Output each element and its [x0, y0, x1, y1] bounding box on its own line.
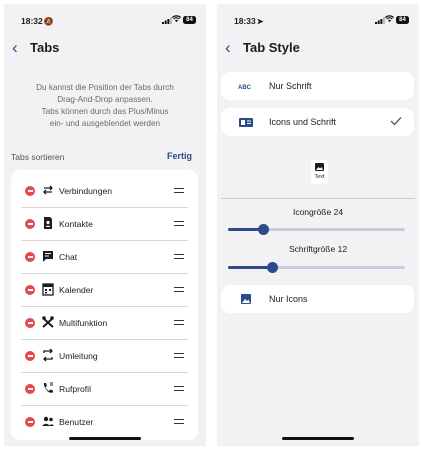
status-time: 18:32	[21, 16, 43, 26]
info-text: Du kannst die Position der Tabs durch Dr…	[36, 83, 174, 128]
remove-tab-button[interactable]	[25, 351, 35, 361]
drag-handle-icon[interactable]	[174, 353, 184, 358]
drag-handle-icon[interactable]	[174, 188, 184, 193]
contact-card-icon	[44, 217, 52, 229]
tab-label: Benutzer	[59, 417, 94, 427]
icon-and-text-icon	[239, 118, 253, 127]
battery-icon: 84	[183, 16, 196, 24]
calendar-icon	[42, 283, 54, 296]
status-bar: 18:32🔕 84	[4, 14, 206, 28]
done-button[interactable]: Fertig	[167, 151, 192, 161]
section-label: Tabs sortieren	[11, 152, 65, 162]
option-label: Icons und Schrift	[269, 117, 337, 127]
remove-tab-button[interactable]	[25, 417, 35, 427]
page-title: Tab Style	[243, 40, 300, 55]
tools-icon	[42, 316, 54, 328]
divider	[221, 198, 415, 199]
svg-text:ABC: ABC	[238, 85, 252, 91]
option-label: Nur Icons	[269, 294, 308, 304]
nav-bar: ‹ Tabs	[4, 37, 206, 61]
tab-list: Verbindungen Kontakte Chat Kalender Mult…	[11, 170, 198, 440]
option-label: Nur Schrift	[269, 81, 312, 91]
drag-handle-icon[interactable]	[174, 386, 184, 391]
slider-thumb[interactable]	[266, 262, 278, 273]
tab-label: Umleitung	[59, 351, 98, 361]
drag-handle-icon[interactable]	[174, 287, 184, 292]
slider-fill	[228, 266, 273, 269]
option-icons-only[interactable]: Nur Icons	[221, 285, 414, 313]
tab-label: Kalender	[59, 285, 94, 295]
cellular-signal-icon	[162, 17, 172, 24]
remove-tab-button[interactable]	[25, 186, 35, 196]
battery-icon: 84	[396, 16, 409, 24]
list-item[interactable]: Benutzer	[11, 406, 198, 439]
drag-handle-icon[interactable]	[174, 320, 184, 325]
remove-tab-button[interactable]	[25, 252, 35, 262]
font-size-label: Schriftgröße 12	[288, 244, 348, 254]
location-arrow-icon: ➤	[256, 17, 264, 26]
list-item[interactable]: Kalender	[11, 274, 198, 307]
image-icon	[241, 294, 251, 304]
silent-bell-icon: 🔕	[43, 17, 54, 26]
wifi-icon	[385, 15, 394, 23]
list-item[interactable]: Kontakte	[11, 208, 198, 241]
tab-preview: Text	[311, 160, 328, 184]
icon-size-slider[interactable]	[228, 224, 405, 235]
tab-label: Verbindungen	[59, 186, 113, 196]
abc-text-icon: ABC	[238, 85, 252, 91]
status-bar: 18:33➤ 84	[217, 14, 419, 28]
chevron-left-icon[interactable]: ‹	[225, 39, 231, 57]
tab-style-screen: 18:33➤ 84 ‹ Tab Style ABC Nur Schrift Ic…	[217, 4, 419, 446]
remove-tab-button[interactable]	[25, 384, 35, 394]
home-indicator	[282, 437, 354, 440]
slider-thumb[interactable]	[257, 224, 269, 235]
list-item[interactable]: Umleitung	[11, 340, 198, 373]
option-text-only[interactable]: ABC Nur Schrift	[221, 72, 414, 100]
chat-bubble-icon	[43, 251, 53, 262]
arrows-swap-icon	[43, 185, 53, 195]
list-item[interactable]: Rufprofil	[11, 373, 198, 406]
page-title: Tabs	[30, 40, 60, 55]
tab-label: Kontakte	[59, 219, 93, 229]
wifi-icon	[172, 15, 181, 23]
preview-text: Text	[314, 174, 325, 180]
remove-tab-button[interactable]	[25, 318, 35, 328]
image-icon	[315, 163, 324, 171]
icon-size-label: Icongröße 24	[292, 207, 344, 217]
drag-handle-icon[interactable]	[174, 254, 184, 259]
list-item[interactable]: Multifunktion	[11, 307, 198, 340]
tab-label: Rufprofil	[59, 384, 91, 394]
list-item[interactable]: Chat	[11, 241, 198, 274]
tab-label: Multifunktion	[59, 318, 108, 328]
home-indicator	[69, 437, 141, 440]
tab-label: Chat	[59, 252, 78, 262]
status-time: 18:33	[234, 16, 256, 26]
tabs-screen: 18:32🔕 84 ‹ Tabs Du kannst die Position …	[4, 4, 206, 446]
font-size-slider[interactable]	[228, 262, 405, 273]
redirect-icon	[43, 348, 53, 362]
cellular-signal-icon	[375, 17, 385, 24]
phone-profile-icon	[44, 382, 53, 393]
chevron-left-icon[interactable]: ‹	[12, 39, 18, 57]
remove-tab-button[interactable]	[25, 219, 35, 229]
users-icon	[42, 416, 54, 426]
option-icons-and-text[interactable]: Icons und Schrift	[221, 108, 414, 136]
drag-handle-icon[interactable]	[174, 221, 184, 226]
checkmark-icon	[390, 117, 402, 126]
drag-handle-icon[interactable]	[174, 419, 184, 424]
nav-bar: ‹ Tab Style	[217, 37, 419, 61]
list-item[interactable]: Verbindungen	[11, 175, 198, 208]
remove-tab-button[interactable]	[25, 285, 35, 295]
